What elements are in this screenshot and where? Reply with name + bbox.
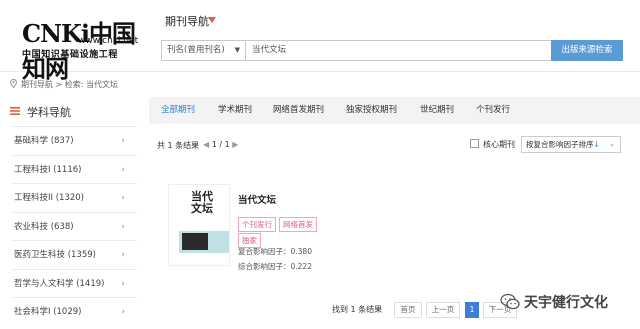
location-pin-icon	[10, 79, 17, 88]
prev-page-button[interactable]: 上一页	[426, 302, 460, 318]
chevron-right-icon: ›	[121, 136, 125, 146]
prev-page-icon[interactable]: ◀	[203, 140, 209, 149]
sidebar-title: 学科导航	[27, 106, 71, 119]
search-input[interactable]: 当代文坛	[249, 41, 549, 60]
chevron-down-icon: ⌄	[609, 140, 615, 148]
first-page-button[interactable]: 首页	[394, 302, 422, 318]
tab-academic-journals[interactable]: 学术期刊	[218, 97, 252, 124]
core-journal-checkbox[interactable]: 核心期刊	[470, 139, 515, 150]
result-toolbar: 共 1 条结果 ◀ 1 / 1 ▶ 核心期刊 按复合影响因子排序↓ ⌄	[149, 136, 640, 156]
tag-online-first: 网络首发	[279, 217, 317, 232]
comprehensive-impact-factor: 综合影响因子：0.222	[238, 262, 312, 271]
composite-impact-factor: 复合影响因子：0.380	[238, 247, 312, 256]
sidebar-item-basic-science[interactable]: 基础科学 (837) ›	[12, 126, 137, 155]
mini-pager: ◀ 1 / 1 ▶	[203, 140, 238, 149]
sidebar: 学科导航 基础科学 (837) › 工程科技I (1116) › 工程科技II (1…	[0, 96, 137, 329]
sidebar-item-humanities[interactable]: 哲学与人文科学 (1419) ›	[12, 268, 137, 298]
sidebar-item-agriculture[interactable]: 农业科技 (638) ›	[12, 211, 137, 241]
journal-cover[interactable]: 当代文坛	[168, 184, 230, 266]
journal-title[interactable]: 当代文坛	[238, 192, 276, 206]
sidebar-item-label: 工程科技II (1320)	[14, 193, 84, 203]
cover-title-calligraphy: 当代文坛	[191, 190, 213, 215]
sidebar-item-label: 医药卫生科技 (1359)	[14, 250, 96, 260]
search-button[interactable]: 出版来源检索	[551, 40, 623, 61]
sidebar-item-engineering-2[interactable]: 工程科技II (1320) ›	[12, 183, 137, 212]
sidebar-item-label: 社会科学I (1029)	[14, 307, 82, 317]
chevron-right-icon: ›	[121, 221, 125, 232]
found-count: 找到 1 条结果	[332, 305, 383, 314]
sidebar-item-engineering-1[interactable]: 工程科技I (1116) ›	[12, 154, 137, 184]
tab-individual-issue[interactable]: 个刊发行	[476, 97, 510, 124]
cover-photo	[182, 233, 208, 250]
checkbox-icon	[470, 139, 479, 148]
sidebar-item-label: 哲学与人文科学 (1419)	[14, 278, 105, 289]
page-indicator: 1 / 1	[211, 140, 230, 149]
tab-exclusive[interactable]: 独家授权期刊	[346, 97, 397, 124]
tab-all-journals[interactable]: 全部期刊	[161, 97, 195, 124]
sidebar-item-label: 基础科学 (837)	[14, 136, 74, 146]
sidebar-item-label: 农业科技 (638)	[14, 221, 74, 232]
search-field-select[interactable]: 刊名(曾用刊名) ▼	[162, 41, 246, 60]
page: CNKi中国知网 www.cnki.net 中国知识基础设施工程 期刊导航 刊名…	[0, 0, 640, 329]
logo-url: www.cnki.net	[78, 36, 139, 46]
tab-online-first[interactable]: 网络首发期刊	[273, 97, 324, 124]
chevron-right-icon: ›	[121, 307, 125, 317]
chevron-right-icon: ›	[121, 278, 125, 289]
search-bar: 刊名(曾用刊名) ▼ 当代文坛 出版来源检索	[161, 40, 623, 61]
watermark: 天宇健行文化	[500, 290, 640, 316]
chevron-right-icon: ›	[121, 164, 125, 175]
search-field-value: 刊名(曾用刊名)	[167, 45, 225, 55]
cnki-logo[interactable]: CNKi中国知网 www.cnki.net 中国知识基础设施工程	[22, 14, 142, 83]
journal-type-tabs: 全部期刊 学术期刊 网络首发期刊 独家授权期刊 世纪期刊 个刊发行	[149, 97, 640, 124]
sort-label: 按复合影响因子排序	[526, 140, 594, 149]
logo-subtitle: 中国知识基础设施工程	[22, 50, 119, 60]
current-page-button[interactable]: 1	[465, 302, 479, 318]
journal-tags-row-2: 独家	[238, 228, 264, 248]
menu-icon	[10, 107, 20, 115]
breadcrumb: 期刊导航 > 检索: 当代文坛	[10, 79, 118, 90]
tab-century-journals[interactable]: 世纪期刊	[420, 97, 454, 124]
wechat-icon	[500, 293, 520, 310]
subject-list: 基础科学 (837) › 工程科技I (1116) › 工程科技II (1320) ›…	[12, 126, 137, 326]
sidebar-item-medicine[interactable]: 医药卫生科技 (1359) ›	[12, 240, 137, 269]
sidebar-header: 学科导航	[0, 96, 137, 126]
sidebar-item-social-science-1[interactable]: 社会科学I (1029) ›	[12, 297, 137, 326]
chevron-down-icon: ▼	[234, 46, 240, 54]
watermark-text: 天宇健行文化	[524, 295, 608, 311]
sidebar-item-label: 工程科技I (1116)	[14, 164, 82, 175]
header: CNKi中国知网 www.cnki.net 中国知识基础设施工程 期刊导航 刊名…	[0, 0, 640, 83]
sort-select[interactable]: 按复合影响因子排序↓ ⌄	[521, 136, 621, 153]
chevron-right-icon: ›	[121, 250, 125, 260]
breadcrumb-text: 期刊导航 > 检索: 当代文坛	[21, 80, 119, 89]
sort-down-icon: ↓	[593, 140, 600, 149]
caret-down-icon[interactable]	[208, 17, 216, 23]
journal-nav-title[interactable]: 期刊导航	[165, 13, 209, 29]
result-count: 共 1 条结果	[157, 141, 200, 150]
chevron-right-icon: ›	[121, 193, 125, 203]
core-journal-label: 核心期刊	[483, 140, 515, 149]
next-page-icon[interactable]: ▶	[232, 140, 238, 149]
